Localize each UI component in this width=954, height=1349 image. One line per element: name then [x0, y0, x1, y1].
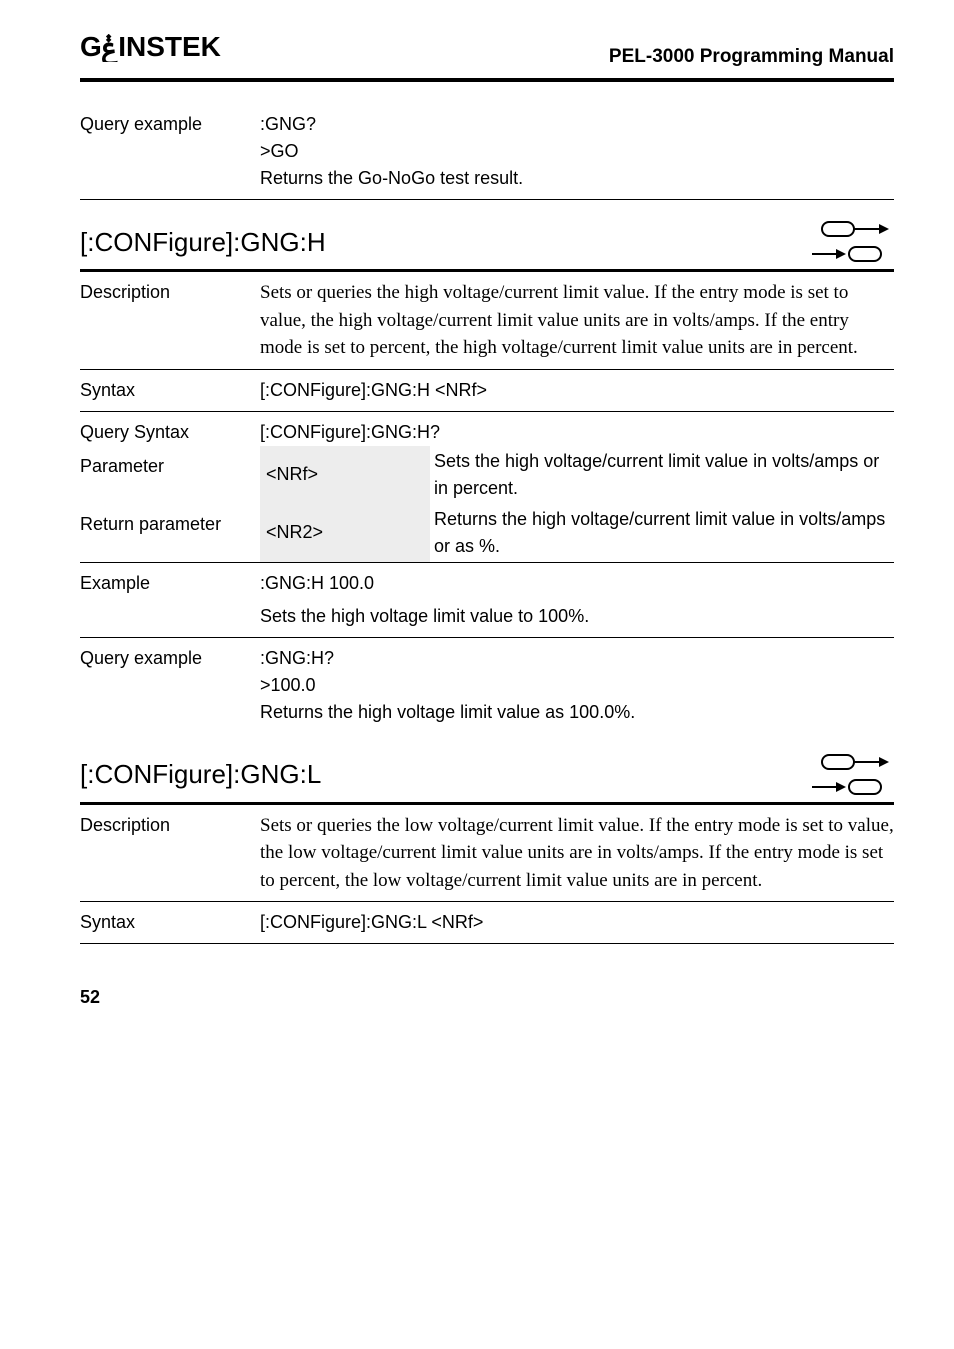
gngh-retparam-label: Return parameter [80, 504, 260, 538]
gngl-desc-label: Description [80, 812, 260, 839]
gngh-retparam-key: <NR2> [260, 504, 430, 562]
page-number: 52 [80, 984, 894, 1011]
gngh-syntax-text: [:CONFigure]:GNG:H <NRf> [260, 377, 894, 404]
gngh-syntax-row: Syntax [:CONFigure]:GNG:H <NRf> [80, 370, 894, 412]
query-example-row: Query example :GNG? >GO Returns the Go-N… [80, 104, 894, 200]
gngh-qsyntax-text: [:CONFigure]:GNG:H? [260, 419, 894, 446]
set-query-icon [794, 751, 894, 799]
gngh-retparam-row: Return parameter <NR2> Returns the high … [80, 504, 894, 563]
set-query-icon [794, 218, 894, 266]
gngl-syntax-row: Syntax [:CONFigure]:GNG:L <NRf> [80, 902, 894, 944]
section-gngh-title: [:CONFigure]:GNG:H [80, 223, 326, 262]
gngh-example-label: Example [80, 570, 260, 597]
gngh-desc-text: Sets or queries the high voltage/current… [260, 279, 894, 362]
gngh-retparam-table: <NR2> Returns the high voltage/current l… [260, 504, 894, 562]
gngh-ex-cmd: :GNG:H 100.0 [260, 570, 894, 597]
gngh-qsyntax-row: Query Syntax [:CONFigure]:GNG:H? [80, 412, 894, 446]
qe-resp: >GO [260, 138, 894, 165]
gngh-syntax-label: Syntax [80, 377, 260, 404]
gngh-qe-label: Query example [80, 645, 260, 672]
gngh-qe-content: :GNG:H? >100.0 Returns the high voltage … [260, 645, 894, 726]
gngh-description-row: Description Sets or queries the high vol… [80, 272, 894, 370]
gngh-param-row: Parameter <NRf> Sets the high voltage/cu… [80, 446, 894, 504]
section-gngl-header: [:CONFigure]:GNG:L [80, 751, 894, 805]
gngh-param-table: <NRf> Sets the high voltage/current limi… [260, 446, 894, 504]
qe-note: Returns the Go-NoGo test result. [260, 165, 894, 192]
qe-cmd: :GNG? [260, 111, 894, 138]
gngh-qe-note: Returns the high voltage limit value as … [260, 699, 894, 726]
section-gngh-header: [:CONFigure]:GNG:H [80, 218, 894, 272]
svg-text:GݟINSTEK: GݟINSTEK [80, 34, 221, 62]
gngh-param-label: Parameter [80, 446, 260, 480]
gngh-retparam-desc: Returns the high voltage/current limit v… [430, 504, 894, 562]
brand-logo-svg: GݟINSTEK [80, 34, 260, 62]
gngh-example-content: :GNG:H 100.0 Sets the high voltage limit… [260, 570, 894, 630]
gngh-ex-note: Sets the high voltage limit value to 100… [260, 603, 894, 630]
query-example-label: Query example [80, 111, 260, 138]
section-gngl-title: [:CONFigure]:GNG:L [80, 755, 321, 794]
gngh-qe-cmd: :GNG:H? [260, 645, 894, 672]
gngh-param-desc: Sets the high voltage/current limit valu… [430, 446, 894, 504]
query-example-content: :GNG? >GO Returns the Go-NoGo test resul… [260, 111, 894, 192]
gngl-syntax-text: [:CONFigure]:GNG:L <NRf> [260, 909, 894, 936]
gngh-example-row: Example :GNG:H 100.0 Sets the high volta… [80, 563, 894, 638]
gngl-syntax-label: Syntax [80, 909, 260, 936]
gngl-desc-text: Sets or queries the low voltage/current … [260, 812, 894, 895]
manual-title: PEL-3000 Programming Manual [609, 43, 894, 72]
gngh-desc-label: Description [80, 279, 260, 306]
gngh-qsyntax-label: Query Syntax [80, 419, 260, 446]
brand-logo: GݟINSTEK [80, 30, 260, 75]
gngh-qe-resp: >100.0 [260, 672, 894, 699]
gngl-description-row: Description Sets or queries the low volt… [80, 805, 894, 903]
gngh-param-key: <NRf> [260, 446, 430, 504]
gngh-qexample-row: Query example :GNG:H? >100.0 Returns the… [80, 638, 894, 733]
page-header: GݟINSTEK PEL-3000 Programming Manual [80, 30, 894, 82]
